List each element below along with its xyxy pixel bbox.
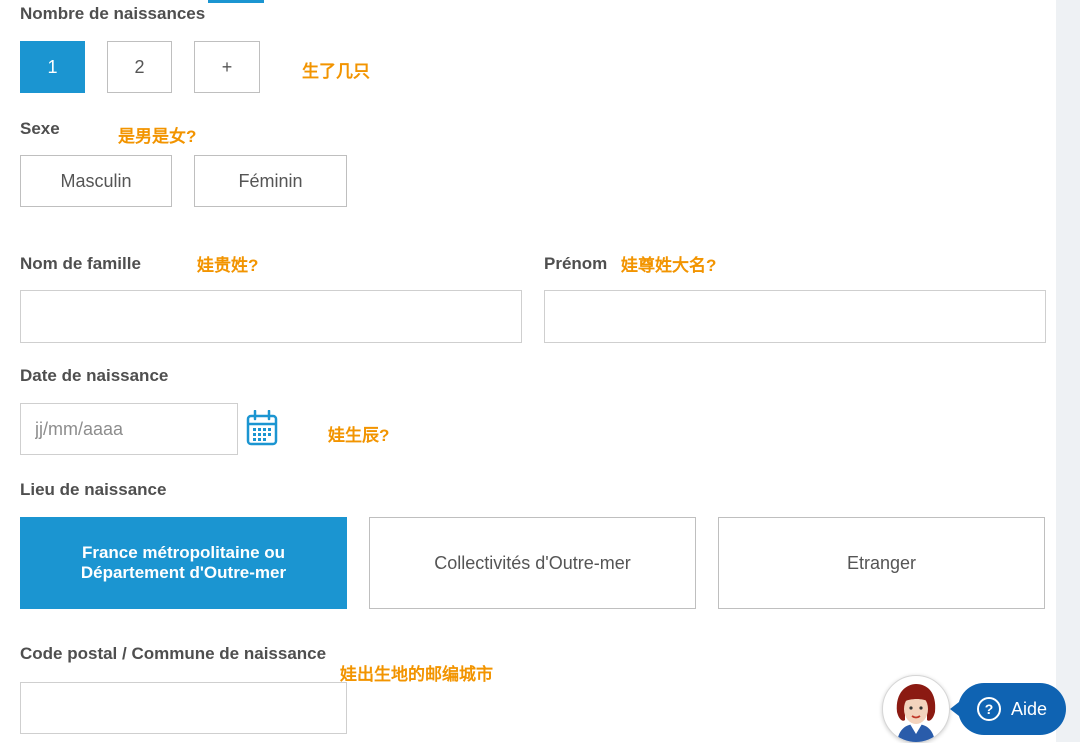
right-gutter [1056, 0, 1080, 742]
births-option-2[interactable]: 2 [107, 41, 172, 93]
birth-date-label: Date de naissance [20, 366, 169, 385]
birth-place-option-france[interactable]: France métropolitaine ou Département d'O… [20, 517, 347, 609]
sex-note: 是男是女? [118, 127, 197, 146]
last-name-label: Nom de famille [20, 254, 141, 273]
sex-option-female[interactable]: Féminin [194, 155, 347, 207]
postal-note: 娃出生地的邮编城市 [340, 665, 493, 684]
birth-date-note: 娃生辰? [328, 426, 390, 445]
help-button[interactable]: ? Aide [950, 683, 1066, 735]
births-option-1[interactable]: 1 [20, 41, 85, 93]
birth-place-option-collectivites[interactable]: Collectivités d'Outre-mer [369, 517, 696, 609]
first-name-field[interactable] [544, 290, 1046, 343]
births-label: Nombre de naissances [20, 4, 206, 23]
birth-place-label: Lieu de naissance [20, 480, 167, 499]
first-name-note: 娃尊姓大名? [621, 256, 717, 275]
sex-option-male[interactable]: Masculin [20, 155, 172, 207]
birth-place-option-france-line1: France métropolitaine ou [81, 543, 286, 562]
first-name-input[interactable] [545, 291, 1045, 342]
assistant-avatar[interactable] [882, 675, 950, 743]
postal-input[interactable] [21, 683, 346, 733]
postal-label: Code postal / Commune de naissance [20, 644, 327, 663]
last-name-note: 娃贵姓? [197, 256, 259, 275]
birth-date-field[interactable] [20, 403, 238, 455]
help-button-label: Aide [1010, 698, 1048, 719]
postal-field[interactable] [20, 682, 347, 734]
last-name-field[interactable] [20, 290, 522, 343]
top-accent-tab [208, 0, 264, 3]
assistant-avatar-icon [896, 684, 936, 742]
sex-label: Sexe [20, 119, 60, 138]
first-name-label: Prénom [544, 254, 608, 273]
birth-place-option-france-line2: Département d'Outre-mer [80, 563, 287, 582]
last-name-input[interactable] [21, 291, 521, 342]
birth-place-option-etranger[interactable]: Etranger [718, 517, 1045, 609]
births-note: 生了几只 [302, 62, 370, 81]
question-circle-icon: ? [976, 697, 1001, 721]
calendar-icon[interactable] [246, 410, 278, 446]
births-option-more[interactable]: + [194, 41, 260, 93]
birth-date-input[interactable] [21, 404, 237, 454]
